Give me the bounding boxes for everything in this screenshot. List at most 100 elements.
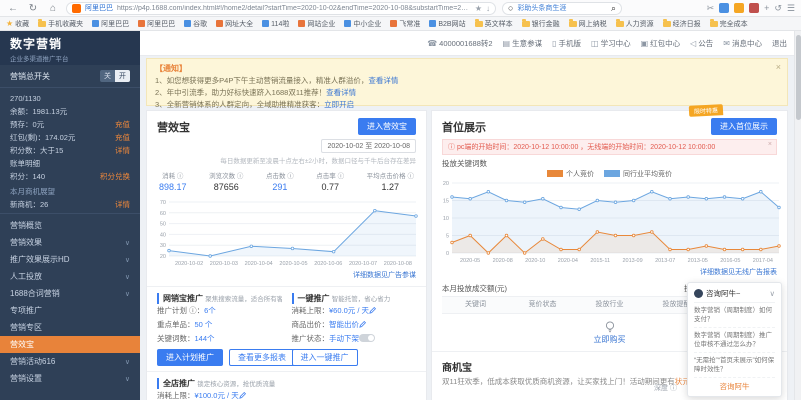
yxb-stat[interactable]: 点击数 ⓘ291	[266, 170, 294, 192]
sidebar: 数字营销 企业多渠道推广平台 营销总开关 关 开 270/1130余额：1981…	[0, 31, 140, 400]
extension-orange-icon[interactable]	[734, 3, 744, 13]
sidebar-stat-link[interactable]: 充值	[115, 131, 130, 144]
notice-line-link[interactable]: 查看详情	[368, 76, 398, 85]
home-icon[interactable]: ⌂	[46, 3, 60, 14]
scissors-icon[interactable]: ✂	[707, 3, 715, 14]
chat-question[interactable]: 数字营销（周期制度）如何支付？	[694, 303, 775, 328]
bookmark-item[interactable]: 网站企业	[298, 19, 335, 29]
edit-pencil-icon[interactable]	[359, 321, 366, 328]
sidebar-item-营销效果[interactable]: 营销效果∨	[0, 234, 140, 251]
appbar-link[interactable]: 退出	[772, 38, 787, 49]
chat-header[interactable]: 咨询阿牛~ ∨	[694, 288, 775, 303]
bookmark-item[interactable]: 英文样本	[475, 19, 513, 29]
sidebar-stat-link[interactable]: 详情	[115, 144, 130, 157]
enter-yxb-button[interactable]: 进入营效宝	[358, 118, 416, 135]
sidebar-item-专项推广[interactable]: 专项推广	[0, 302, 140, 319]
sidebar-item-营销专区[interactable]: 营销专区	[0, 319, 140, 336]
notice-line-text: 3、全新营销体系的人群定向，全域助推精准获客：	[155, 100, 324, 109]
star-icon[interactable]: ★	[475, 4, 482, 13]
extension-red-icon[interactable]	[749, 3, 759, 13]
bookmark-item[interactable]: 网上纳税	[569, 19, 607, 29]
appbar-link[interactable]: ◁公告	[690, 38, 713, 49]
yxb-stat[interactable]: 浏览次数 ⓘ87656	[209, 170, 243, 192]
notice-close-icon[interactable]: ×	[776, 62, 781, 72]
download-icon[interactable]: ↓	[486, 4, 490, 13]
switch-on-option[interactable]: 开	[115, 70, 130, 82]
appbar-link[interactable]: ▯手机版	[552, 38, 581, 49]
enter-swzs-button[interactable]: 进入首位展示	[711, 118, 777, 135]
yxb-stat[interactable]: 消耗 ⓘ898.17	[159, 170, 187, 192]
sidebar-stat-link[interactable]: 详情	[115, 198, 130, 211]
bookmark-item[interactable]: 阿里巴巴	[138, 19, 175, 29]
sidebar-item-营销概览[interactable]: 营销概览	[0, 217, 140, 234]
app-logo[interactable]: 数字营销 企业多渠道推广平台	[0, 31, 140, 65]
search-go-icon[interactable]: ⌕	[611, 3, 616, 14]
edit-pencil-icon[interactable]	[369, 307, 376, 314]
bookmark-item[interactable]: 银行金融	[522, 19, 560, 29]
sidebar-item-label: 营销效果	[10, 237, 42, 248]
add-icon[interactable]: +	[764, 3, 769, 13]
address-bar[interactable]: 阿里巴巴 https://p4p.1688.com/index.html#!/h…	[66, 2, 496, 15]
sidebar-item-1688合词营销[interactable]: 1688合词营销∨	[0, 285, 140, 302]
bookmark-item[interactable]: 完全成本	[710, 19, 748, 29]
bookmark-item[interactable]: 网址大全	[216, 19, 253, 29]
sidebar-item-营销设置[interactable]: 营销设置∨	[0, 370, 140, 387]
bookmark-item[interactable]: 114啦	[262, 19, 289, 29]
extension-blue-icon[interactable]	[719, 3, 729, 13]
url-text[interactable]: https://p4p.1688.com/index.html#!/home2/…	[117, 5, 471, 12]
browser-search[interactable]: ○ 彩助头条商生涯 ⌕	[502, 2, 622, 15]
menu-icon[interactable]: ☰	[787, 3, 795, 14]
scrollbar-thumb[interactable]	[796, 35, 801, 120]
back-icon[interactable]: ←	[6, 3, 20, 14]
bookmark-item[interactable]: 人力资源	[616, 19, 654, 29]
bookmark-item[interactable]: B2B网站	[429, 19, 465, 29]
notice-line-link[interactable]: 立即开启	[324, 100, 354, 109]
view-report-button[interactable]: 查看更多报表	[229, 349, 295, 366]
chat-question[interactable]: 数字营销（周期制度）推广位审核不通过怎么办？	[694, 328, 775, 353]
chat-cta-link[interactable]: 咨询阿牛	[694, 378, 775, 392]
chat-question[interactable]: “无需抢”“首页未展示”如何保障时效性？	[694, 353, 775, 378]
bookmark-item[interactable]: 阿里巴巴	[92, 19, 129, 29]
appbar-link[interactable]: ☎4000001688转2	[427, 38, 492, 49]
bookmark-label: 英文样本	[485, 19, 513, 29]
edit-pencil-icon[interactable]	[239, 392, 246, 399]
bookmark-item[interactable]: 飞常准	[390, 19, 420, 29]
sidebar-stat-link[interactable]: 充值	[115, 118, 130, 131]
quick-col-onekey: 一键推广 智能托管，省心省力 消耗上限：¥60.0元 / 天 商品出价：智能出价…	[292, 293, 417, 366]
search-hot-text[interactable]: 彩助头条商生涯	[517, 3, 607, 13]
bookmark-item[interactable]: 经济日报	[663, 19, 701, 29]
switch-off-option[interactable]: 关	[100, 70, 115, 82]
sidebar-item-营效宝[interactable]: 营效宝	[0, 336, 140, 353]
chevron-down-icon[interactable]: ∨	[770, 289, 776, 298]
sidebar-item-人工投放[interactable]: 人工投放∨	[0, 268, 140, 285]
date-range-picker[interactable]: 2020-10-02 至 2020-10-08	[321, 139, 416, 153]
yxb-stat[interactable]: 平均点击价格 ⓘ1.27	[367, 170, 414, 192]
swzs-report-link[interactable]: 详细数据见无线广告报表	[432, 264, 787, 281]
bookmark-item[interactable]: 谷歌	[184, 19, 207, 29]
sidebar-stat-link[interactable]: 积分兑换	[100, 170, 130, 183]
notice-line-link[interactable]: 查看详情	[326, 88, 356, 97]
yxb-chart: 706050403020 2020-10-022020-10-032020-10…	[147, 194, 426, 267]
refresh-icon[interactable]: ↻	[26, 3, 40, 14]
bookmark-item[interactable]: ★收藏	[6, 19, 29, 29]
sidebar-stat-text: 270/1130	[10, 92, 41, 105]
appbar-link[interactable]: ▤生意参谋	[503, 38, 543, 49]
bookmark-item[interactable]: 手机收藏夹	[38, 19, 83, 29]
enter-onekey-button[interactable]: 进入一键推广	[292, 349, 358, 366]
yxb-report-link[interactable]: 详细数据见广告参谋	[147, 267, 426, 284]
appbar-link[interactable]: ◫学习中心	[591, 38, 631, 49]
bookmark-item[interactable]: 中小企业	[344, 19, 381, 29]
swzs-notice-close-icon[interactable]: ×	[768, 141, 772, 148]
appbar-link[interactable]: ▣红包中心	[641, 38, 681, 49]
sidebar-item-营销活动616[interactable]: 营销活动616∨	[0, 353, 140, 370]
master-switch-toggle[interactable]: 关 开	[100, 70, 130, 82]
sidebar-item-推广效果展示HD[interactable]: 推广效果展示HD∨	[0, 251, 140, 268]
undo-icon[interactable]: ↺	[774, 3, 782, 14]
yxb-stat[interactable]: 点击率 ⓘ0.77	[316, 170, 344, 192]
svg-text:5: 5	[446, 234, 449, 240]
promo-status-toggle[interactable]	[359, 334, 375, 342]
enter-plan-button[interactable]: 进入计划推广	[157, 349, 223, 366]
scrollbar[interactable]	[794, 31, 801, 400]
appbar-link[interactable]: ✉消息中心	[723, 38, 762, 49]
buy-now-link[interactable]: 立即购买	[594, 335, 626, 344]
